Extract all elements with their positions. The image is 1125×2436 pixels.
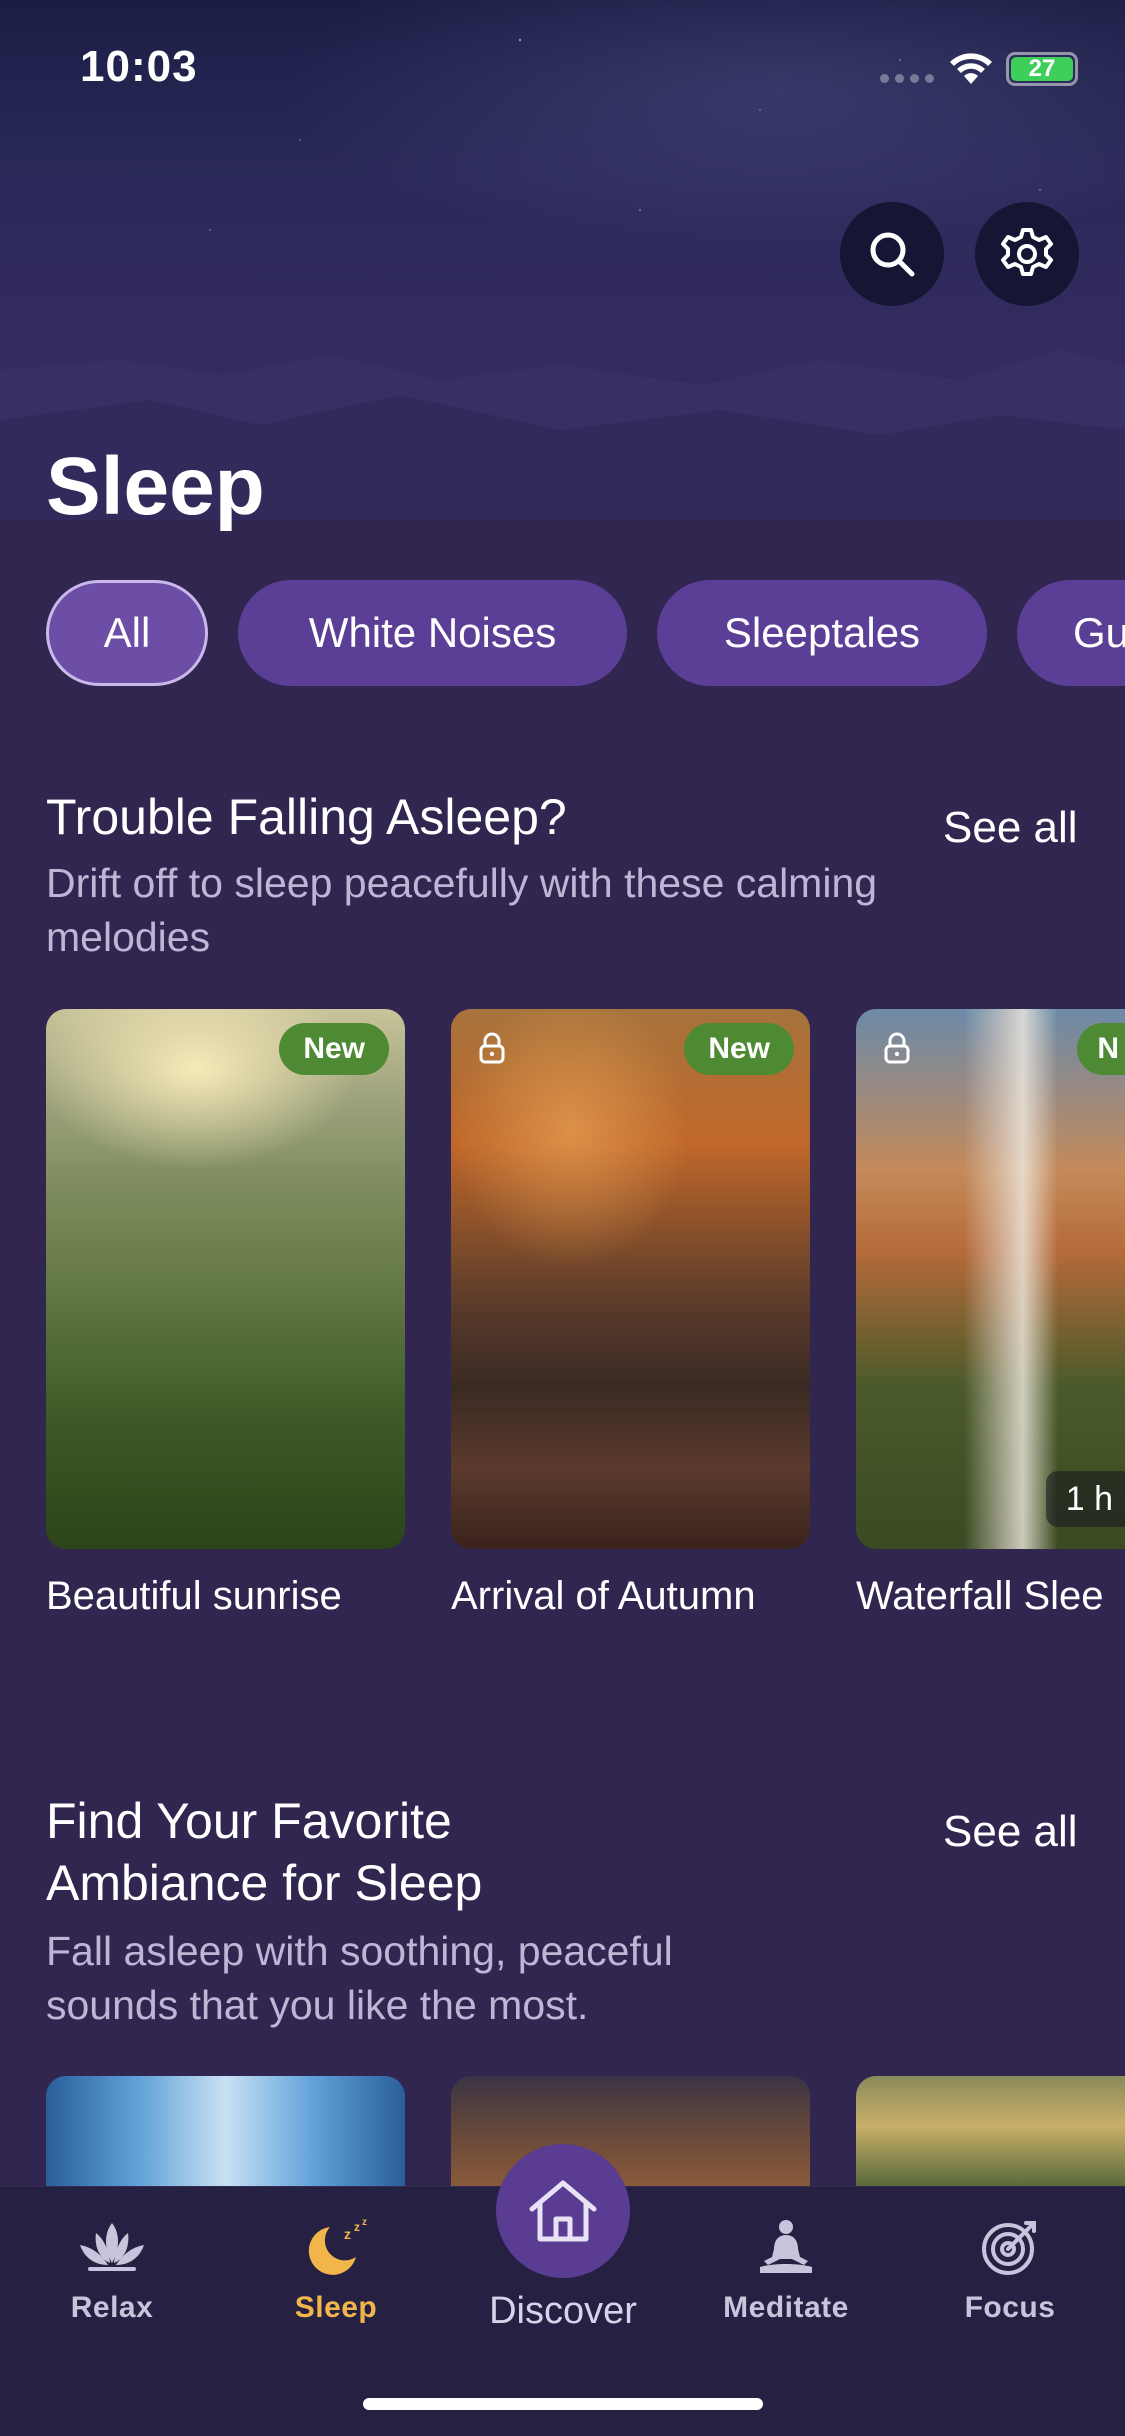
card-ambiance-3[interactable] [856, 2076, 1125, 2186]
card-beautiful-sunrise[interactable]: New [46, 1009, 405, 1549]
card-arrival-of-autumn[interactable]: New [451, 1009, 810, 1549]
section-subtitle-section2: Fall asleep with soothing, peaceful soun… [46, 1928, 673, 2028]
lotus-icon [80, 2223, 144, 2271]
tab-focus[interactable]: Focus [910, 2217, 1110, 2325]
discover-button[interactable] [496, 2144, 630, 2278]
svg-text:z: z [362, 2217, 367, 2228]
tab-label: Meditate [723, 2291, 849, 2324]
wifi-icon [950, 53, 992, 84]
search-icon [870, 232, 915, 277]
section-subtitle-section1: Drift off to sleep peacefully with these… [46, 860, 878, 960]
chip-all[interactable]: All [46, 580, 208, 686]
filter-chips: All White Noises Sleeptales Gu [46, 580, 1125, 686]
svg-text:z: z [344, 2226, 351, 2242]
meditate-icon [760, 2220, 812, 2273]
new-badge: N [1077, 1023, 1125, 1075]
card-label: Waterfall Slee [856, 1574, 1104, 1618]
card-label: Beautiful sunrise [46, 1574, 342, 1618]
see-all-button-section2[interactable]: See all [943, 1807, 1078, 1857]
card-label: Arrival of Autumn [451, 1574, 756, 1618]
card-waterfall-sleep[interactable]: N 1 h [856, 1009, 1125, 1549]
tab-label: Relax [70, 2291, 154, 2324]
home-icon [529, 2180, 597, 2242]
home-indicator[interactable] [363, 2398, 763, 2410]
tab-label-discover[interactable]: Discover [460, 2290, 666, 2333]
section-title-ambiance-line2: Ambiance for Sleep [46, 1855, 483, 1911]
new-badge: New [684, 1023, 794, 1075]
status-time: 10:03 [80, 42, 198, 91]
duration-badge: 1 h [1045, 1471, 1125, 1527]
card-ambiance-1[interactable] [46, 2076, 405, 2186]
see-all-button-section1[interactable]: See all [943, 803, 1078, 853]
lock-icon [479, 1032, 505, 1064]
tab-label: Focus [964, 2291, 1056, 2324]
chip-guided[interactable]: Gu [1017, 580, 1125, 686]
target-icon [982, 2221, 1036, 2275]
new-badge: New [279, 1023, 389, 1075]
battery-level: 27 [1011, 57, 1073, 81]
cellular-signal-icon [880, 74, 934, 84]
tab-label: Sleep [294, 2291, 378, 2324]
chip-white-noises[interactable]: White Noises [238, 580, 627, 686]
page-title: Sleep [46, 441, 265, 532]
tab-meditate[interactable]: Meditate [686, 2217, 886, 2325]
section-title-trouble-falling-asleep: Trouble Falling Asleep? [46, 789, 567, 845]
status-bar: 10:03 27 [0, 0, 1125, 140]
tab-sleep[interactable]: z z z Sleep [236, 2217, 436, 2325]
search-button[interactable] [840, 202, 944, 306]
card-ambiance-2[interactable] [451, 2076, 810, 2186]
svg-text:z: z [354, 2220, 360, 2234]
lock-icon [884, 1032, 910, 1064]
battery-icon: 27 [1006, 52, 1078, 86]
section-title-ambiance-line1: Find Your Favorite [46, 1793, 452, 1849]
moon-icon: z z z [308, 2217, 367, 2275]
chip-sleeptales[interactable]: Sleeptales [657, 580, 987, 686]
tab-relax[interactable]: Relax [12, 2217, 212, 2325]
gear-icon [1001, 228, 1053, 276]
settings-button[interactable] [975, 202, 1079, 306]
